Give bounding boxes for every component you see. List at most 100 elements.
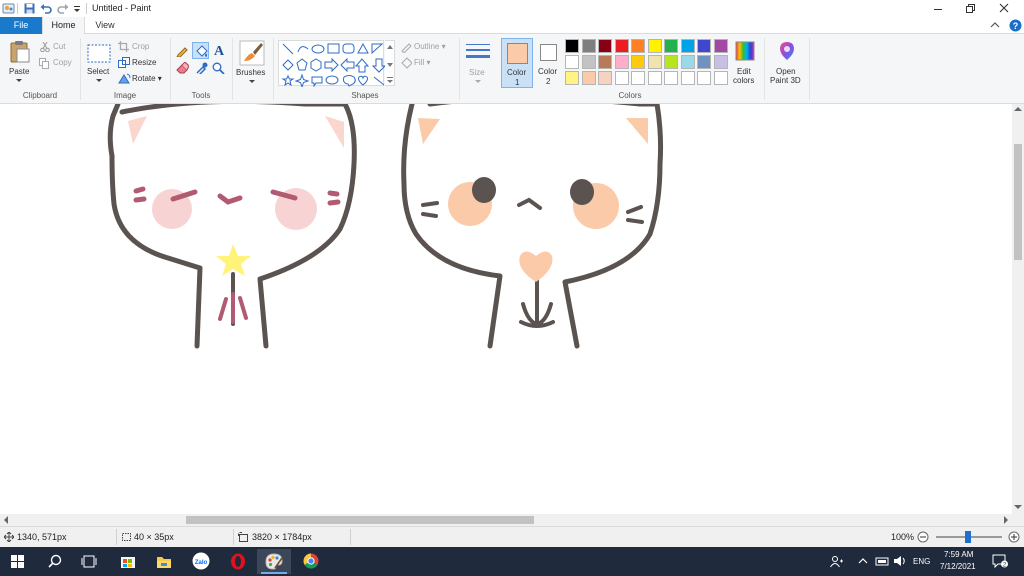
show-hidden-icons-icon[interactable] <box>858 557 868 564</box>
clock-date[interactable]: 7/12/2021 <box>940 562 976 571</box>
color-swatch[interactable] <box>581 39 596 53</box>
store-app[interactable] <box>111 549 145 574</box>
redo-icon[interactable] <box>57 3 69 14</box>
task-view-icon[interactable] <box>81 555 97 568</box>
color-swatch[interactable] <box>664 55 678 69</box>
color-swatch[interactable] <box>713 39 728 53</box>
language-indicator[interactable]: ENG <box>913 557 930 566</box>
fill-tool-button[interactable] <box>192 42 209 59</box>
color-picker-icon[interactable] <box>195 62 208 74</box>
tab-file[interactable]: File <box>0 17 42 34</box>
color-swatch[interactable] <box>647 39 662 53</box>
search-icon[interactable] <box>48 554 62 568</box>
minimize-button[interactable] <box>932 3 944 15</box>
quick-access-dropdown-icon[interactable] <box>73 5 81 13</box>
color-swatch[interactable] <box>631 71 645 85</box>
opera-app[interactable] <box>221 549 255 574</box>
clock-time[interactable]: 7:59 AM <box>944 550 973 559</box>
color-swatch[interactable] <box>565 55 579 69</box>
minimize-ribbon-icon[interactable] <box>990 21 1000 29</box>
paint3d-icon <box>780 42 794 60</box>
file-explorer-app[interactable] <box>147 549 181 574</box>
color-swatch[interactable] <box>598 71 612 85</box>
save-icon[interactable] <box>24 3 35 14</box>
folder-icon <box>157 557 171 568</box>
restore-button[interactable] <box>964 2 976 14</box>
color-swatch[interactable] <box>647 71 662 85</box>
vertical-scrollbar[interactable] <box>1012 104 1024 514</box>
color-swatch[interactable] <box>581 71 596 85</box>
color-swatch[interactable] <box>631 39 645 53</box>
scroll-down-icon[interactable] <box>1014 504 1022 510</box>
chrome-app[interactable] <box>294 549 328 574</box>
horizontal-scrollbar[interactable] <box>0 514 1012 526</box>
color-swatch[interactable] <box>713 71 728 85</box>
scroll-right-icon[interactable] <box>1003 516 1009 524</box>
magnifier-icon[interactable] <box>212 62 225 74</box>
shapes-scroll[interactable] <box>385 40 395 86</box>
paste-button[interactable]: Paste <box>4 38 34 86</box>
people-icon[interactable] <box>830 555 844 568</box>
horizontal-scroll-thumb[interactable] <box>186 516 534 524</box>
size-lines-icon <box>466 44 490 58</box>
size-button[interactable]: Size <box>463 38 493 88</box>
zoom-slider-thumb[interactable] <box>965 531 971 543</box>
eraser-icon[interactable] <box>176 62 189 74</box>
tab-home[interactable]: Home <box>42 17 85 35</box>
color-swatch[interactable] <box>680 71 695 85</box>
color-swatch[interactable] <box>697 71 711 85</box>
color-swatch[interactable] <box>647 55 662 69</box>
color-swatch[interactable] <box>680 39 695 53</box>
notifications-icon[interactable]: 2 <box>992 554 1008 568</box>
color-swatch[interactable] <box>697 55 711 69</box>
windows-start-icon[interactable] <box>11 555 24 568</box>
scroll-up-icon[interactable] <box>1014 106 1022 112</box>
select-button[interactable]: Select <box>84 38 114 86</box>
status-separator <box>233 529 234 545</box>
pencil-icon[interactable] <box>176 45 188 57</box>
resize-button[interactable]: Resize <box>132 58 156 67</box>
color-swatch[interactable] <box>631 55 645 69</box>
color-swatch[interactable] <box>614 55 629 69</box>
color-swatch[interactable] <box>614 71 629 85</box>
color-swatch[interactable] <box>614 39 629 53</box>
shapes-gallery[interactable] <box>278 40 387 89</box>
color-swatch[interactable] <box>598 39 612 53</box>
color-swatch[interactable] <box>581 55 596 69</box>
color-swatch[interactable] <box>664 71 678 85</box>
vertical-scroll-thumb[interactable] <box>1014 144 1022 260</box>
color-swatch[interactable] <box>565 39 579 53</box>
tab-view[interactable]: View <box>85 17 125 34</box>
paint-app[interactable] <box>257 549 291 574</box>
cut-button[interactable]: Cut <box>53 42 65 51</box>
scroll-left-icon[interactable] <box>3 516 9 524</box>
undo-icon[interactable] <box>40 3 52 14</box>
rotate-button[interactable]: Rotate ▾ <box>132 74 162 83</box>
zalo-app[interactable]: Zalo <box>184 549 218 574</box>
drawing-canvas[interactable] <box>0 104 1012 514</box>
network-icon[interactable] <box>875 556 889 566</box>
edit-colors-button[interactable]: Edit colors <box>730 38 760 88</box>
volume-icon[interactable] <box>893 555 907 567</box>
zoom-in-button[interactable] <box>1008 531 1020 543</box>
close-button[interactable] <box>998 2 1010 14</box>
color-swatch[interactable] <box>664 39 678 53</box>
outline-button[interactable]: Outline ▾ <box>414 42 446 51</box>
crop-button[interactable]: Crop <box>132 42 149 51</box>
fill-button[interactable]: Fill ▾ <box>414 58 430 67</box>
help-icon[interactable]: ? <box>1009 19 1022 32</box>
brushes-button[interactable]: Brushes <box>235 38 269 88</box>
color-swatch[interactable] <box>680 55 695 69</box>
color-swatch[interactable] <box>713 55 728 69</box>
color-swatch[interactable] <box>598 55 612 69</box>
paint-app-icon[interactable] <box>2 2 15 15</box>
color-swatch[interactable] <box>697 39 711 53</box>
color-swatch[interactable] <box>565 71 579 85</box>
open-paint3d-button[interactable]: Open Paint 3D <box>768 38 806 88</box>
zoom-out-button[interactable] <box>917 531 929 543</box>
color2-button[interactable]: Color 2 <box>535 38 563 88</box>
text-tool-icon[interactable]: A <box>212 43 226 57</box>
copy-button[interactable]: Copy <box>53 58 72 67</box>
status-bar: 1340, 571px 40 × 35px 3820 × 1784px 100% <box>0 526 1024 547</box>
color1-button[interactable]: Color 1 <box>501 38 533 88</box>
